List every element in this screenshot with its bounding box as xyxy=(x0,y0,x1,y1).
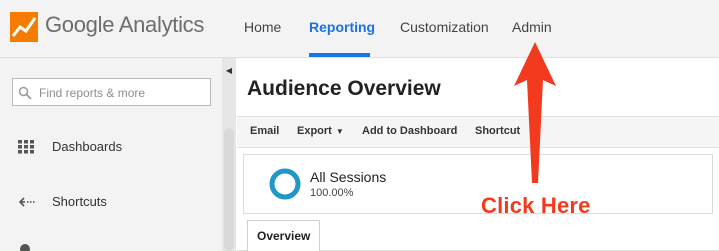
grid-icon xyxy=(18,140,34,154)
app-logo-text: Google Analytics xyxy=(45,12,205,37)
sidebar-item-shortcuts[interactable]: Shortcuts xyxy=(0,182,222,222)
export-label: Export xyxy=(297,125,332,137)
google-analytics-logo-icon xyxy=(10,12,38,42)
add-to-dashboard-button[interactable]: Add to Dashboard xyxy=(362,125,457,137)
annotation-arrow-icon xyxy=(514,42,556,183)
nav-customization[interactable]: Customization xyxy=(400,19,489,35)
sidebar-item-label: Dashboards xyxy=(52,139,123,154)
page-title: Audience Overview xyxy=(247,77,441,100)
segment-name: All Sessions xyxy=(310,169,387,185)
search-icon xyxy=(18,86,32,100)
tab-overview[interactable]: Overview xyxy=(247,220,321,251)
nav-admin[interactable]: Admin xyxy=(512,19,552,35)
segment-card[interactable]: All Sessions 100.00% xyxy=(243,154,713,214)
active-nav-indicator xyxy=(309,53,370,57)
report-toolbar: Email Export ▼ Add to Dashboard Shortcut xyxy=(237,116,719,148)
search-input[interactable] xyxy=(37,83,211,103)
segment-ring-icon xyxy=(269,168,301,200)
sidebar-item-dashboards[interactable]: Dashboards xyxy=(0,127,222,167)
nav-reporting[interactable]: Reporting xyxy=(309,19,375,35)
sidebar: Dashboards Shortcuts xyxy=(0,58,222,251)
user-icon xyxy=(20,244,30,251)
search-box[interactable] xyxy=(12,78,211,106)
shortcut-arrow-icon xyxy=(18,197,35,207)
collapse-sidebar-icon[interactable]: ◀ xyxy=(222,58,236,84)
email-button[interactable]: Email xyxy=(250,125,279,137)
chevron-down-icon: ▼ xyxy=(335,126,344,136)
nav-home[interactable]: Home xyxy=(244,19,281,35)
main-content: Audience Overview Email Export ▼ Add to D… xyxy=(237,58,719,251)
sidebar-item-label: Shortcuts xyxy=(52,194,107,209)
segment-percent: 100.00% xyxy=(310,187,354,199)
sidebar-scrollbar[interactable] xyxy=(224,128,234,251)
top-bar: Google Analytics Home Reporting Customiz… xyxy=(0,0,719,58)
annotation-text: Click Here xyxy=(481,193,591,218)
export-button[interactable]: Export ▼ xyxy=(297,125,344,137)
